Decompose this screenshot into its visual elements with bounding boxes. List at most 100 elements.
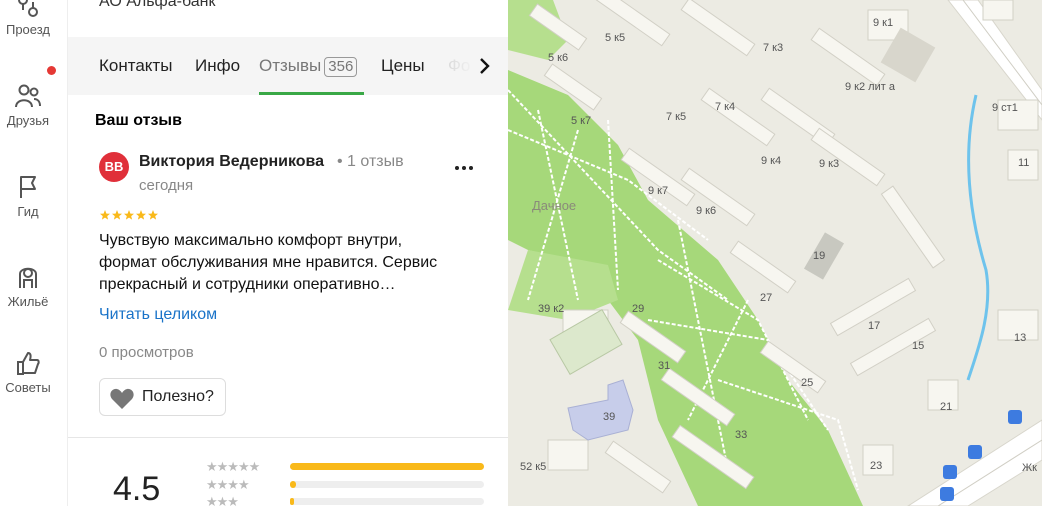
map-label: 5 к5: [605, 32, 626, 44]
rating-value: 4.5: [113, 470, 161, 506]
map-label: 31: [658, 360, 671, 372]
map-label: 27: [760, 292, 773, 304]
rating-bar-stars-icon: ★★★★: [206, 477, 250, 492]
map-label: 39 к2: [538, 303, 565, 315]
tab-prices[interactable]: Цены: [381, 56, 425, 76]
rating-bar-fill: [290, 498, 294, 505]
review-text-line: формат обслуживания мне нравится. Сервис: [99, 254, 438, 271]
review-stars: [100, 210, 158, 220]
map-label: Жк: [1022, 462, 1037, 474]
rail-item-friends[interactable]: Друзья: [0, 83, 56, 128]
map-label: 9 к3: [819, 158, 840, 170]
rail-label-housing: Жильё: [7, 294, 49, 309]
tab-fade: [434, 37, 509, 95]
section-divider: [68, 437, 509, 438]
map-label: 21: [940, 401, 953, 413]
rating-bar-track: [290, 498, 484, 505]
tab-info[interactable]: Инфо: [195, 56, 240, 76]
tab-reviews[interactable]: Отзывы 356: [259, 56, 358, 77]
place-panel: АО Альфа-банк Контакты Инфо Отзывы 356 Це…: [67, 0, 509, 506]
tab-bar: Контакты Инфо Отзывы356 Цены Фо: [68, 37, 509, 95]
review-text: Чувствую максимально комфорт внутри, фор…: [99, 230, 484, 296]
map-label: 25: [801, 377, 814, 389]
review-author-meta: • 1 отзыв: [337, 153, 404, 170]
building: [547, 439, 589, 471]
bus-stop-icon: [968, 445, 982, 459]
rating-bar-fill: [290, 463, 484, 470]
rail-item-housing[interactable]: Жильё: [0, 262, 56, 309]
map-label: 9 ст1: [992, 102, 1018, 114]
thumbs-up-icon: [17, 352, 40, 375]
map-label: 11: [1018, 157, 1030, 169]
rail-item-route[interactable]: Проезд: [0, 0, 56, 37]
star-icon: [100, 210, 110, 220]
map-label: 5 к7: [571, 115, 592, 127]
notification-dot: [47, 66, 56, 75]
rail-label-guide: Гид: [17, 204, 39, 219]
friends-icon: [15, 84, 41, 108]
map-label: 39: [603, 411, 616, 423]
bus-stop-icon: [943, 465, 957, 479]
map-label: 7 к3: [763, 42, 784, 54]
map-label: 52 к5: [520, 461, 547, 473]
review-views: 0 просмотров: [99, 344, 194, 361]
rating-bar-stars-icon: ★★★: [206, 494, 239, 506]
map-label: 9 к1: [873, 17, 894, 29]
read-more-link[interactable]: Читать целиком: [99, 306, 217, 324]
map-label: 15: [912, 340, 925, 352]
building: [982, 0, 1014, 21]
helpful-button[interactable]: Полезно?: [99, 378, 226, 416]
chevron-right-icon[interactable]: [475, 54, 495, 78]
tab-reviews-label: Отзывы: [259, 56, 322, 75]
map-label: 13: [1014, 332, 1027, 344]
map-label: 7 к5: [666, 111, 687, 123]
map-label: 9 к2 лит а: [845, 81, 895, 93]
star-icon: [148, 210, 158, 220]
map-label: 9 к7: [648, 185, 669, 197]
bus-stop-icon: [940, 487, 954, 501]
review-text-line: Чувствую максимально комфорт внутри,: [99, 232, 403, 249]
more-options-icon[interactable]: [452, 158, 476, 178]
star-icon: [124, 210, 134, 220]
route-icon: [18, 0, 38, 17]
active-tab-underline: [259, 92, 364, 95]
map-label: 17: [868, 320, 881, 332]
tab-contacts[interactable]: Контакты: [99, 56, 172, 76]
rating-bar-stars-icon: ★★★★★: [206, 459, 260, 474]
rail-label-friends: Друзья: [6, 113, 50, 128]
rail-label-route: Проезд: [5, 22, 50, 37]
star-icon: [136, 210, 146, 220]
housing-icon: [19, 267, 37, 288]
rail-item-tips[interactable]: Советы: [0, 350, 56, 395]
left-rail: Проезд Друзья Гид Жильё Советы: [0, 0, 56, 506]
map-label: 9 к6: [696, 205, 717, 217]
review-author[interactable]: Виктория Ведерникова: [139, 153, 324, 171]
rail-label-tips: Советы: [5, 380, 51, 395]
star-icon: [112, 210, 122, 220]
map-label: 29: [632, 303, 645, 315]
rail-item-guide[interactable]: Гид: [0, 174, 56, 219]
map-label: 5 к6: [548, 52, 569, 64]
rating-bar-track: [290, 481, 484, 488]
flag-icon: [20, 176, 36, 198]
review-text-line: прекрасный и сотрудники оперативно…: [99, 276, 396, 293]
helpful-label: Полезно?: [142, 388, 214, 405]
bus-stop-icon: [1008, 410, 1022, 424]
place-name: АО Альфа-банк: [99, 0, 216, 10]
reviews-count-badge: 356: [324, 57, 358, 77]
rating-bar-track: [290, 463, 484, 470]
heart-icon: [110, 388, 134, 409]
map-label: 9 к4: [761, 155, 782, 167]
map-label: 19: [813, 250, 826, 262]
avatar[interactable]: ВВ: [99, 152, 129, 182]
map-canvas: [508, 0, 1042, 506]
panel-header: АО Альфа-банк: [68, 0, 509, 37]
review-date: сегодня: [139, 177, 194, 194]
your-review-heading: Ваш отзыв: [95, 112, 182, 129]
map-label: 7 к4: [715, 101, 736, 113]
rating-bar-fill: [290, 481, 296, 488]
map-label: 23: [870, 460, 883, 472]
map-label: 33: [735, 429, 748, 441]
district-label: Дачное: [532, 198, 577, 213]
map[interactable]: 5 к5 5 к6 5 к7 7 к3 7 к4 7 к5 9 к1 9 к2 …: [508, 0, 1042, 506]
